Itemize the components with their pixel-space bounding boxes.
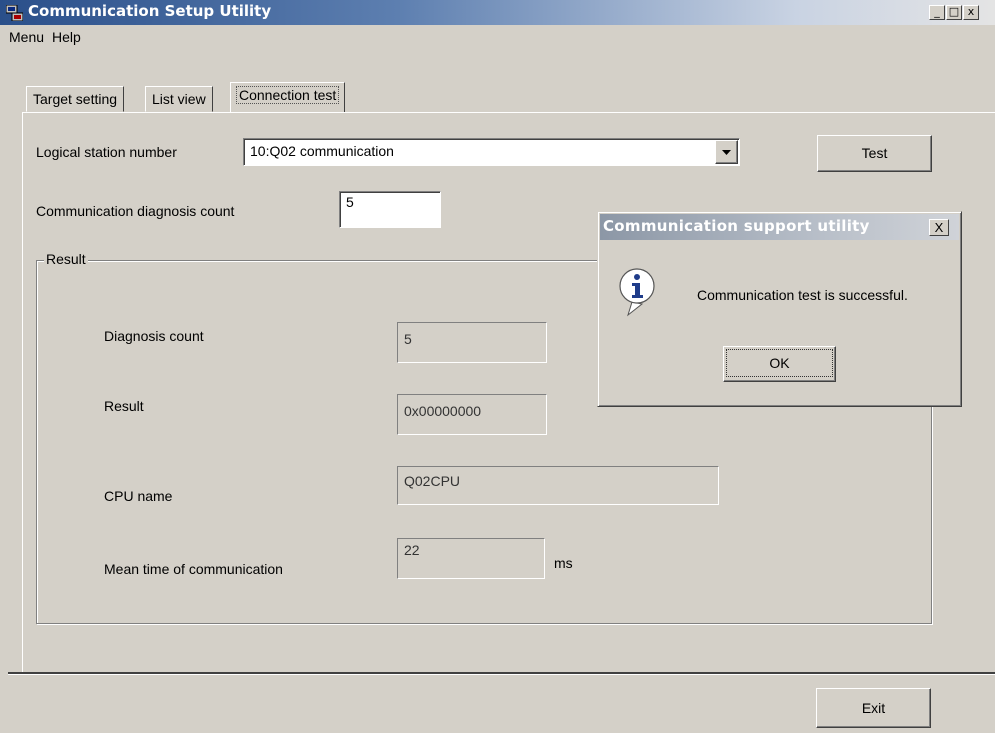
logical-station-value: 10:Q02 communication: [250, 143, 394, 159]
result-diagnosis-count-field: 5: [397, 322, 547, 363]
tab-label: Connection test: [235, 86, 340, 104]
footer-separator: [8, 672, 995, 675]
mean-time-unit: ms: [554, 555, 573, 571]
exit-button[interactable]: Exit: [816, 688, 931, 728]
app-icon: [5, 4, 24, 22]
maximize-button[interactable]: □: [946, 5, 962, 20]
mean-time-field: 22: [397, 538, 545, 579]
minimize-button[interactable]: _: [929, 5, 945, 20]
result-group-label: Result: [44, 251, 88, 267]
dialog-close-button[interactable]: X: [929, 219, 949, 236]
info-icon: [618, 267, 658, 317]
ok-button[interactable]: OK: [723, 346, 836, 382]
mean-time-label: Mean time of communication: [104, 561, 283, 577]
cpu-name-field: Q02CPU: [397, 466, 719, 505]
tab-list-view[interactable]: List view: [145, 86, 213, 112]
logical-station-label: Logical station number: [36, 144, 177, 160]
tab-target-setting[interactable]: Target setting: [26, 86, 125, 112]
menu-menu[interactable]: Menu: [9, 29, 44, 45]
tab-label: Target setting: [33, 91, 118, 107]
test-button[interactable]: Test: [817, 135, 932, 172]
result-diagnosis-count-label: Diagnosis count: [104, 328, 204, 344]
result-code-field: 0x00000000: [397, 394, 547, 435]
diagnosis-count-label: Communication diagnosis count: [36, 203, 235, 219]
dialog-message: Communication test is successful.: [697, 287, 908, 303]
menu-help[interactable]: Help: [52, 29, 81, 45]
chevron-down-icon[interactable]: [715, 140, 738, 164]
close-window-button[interactable]: x: [963, 5, 979, 20]
logical-station-select[interactable]: 10:Q02 communication: [243, 138, 740, 166]
tab-label: List view: [152, 91, 206, 107]
diagnosis-count-input[interactable]: 5: [339, 191, 441, 228]
tab-connection-test[interactable]: Connection test: [230, 82, 346, 113]
result-code-label: Result: [104, 398, 144, 414]
dialog-title: Communication support utility: [603, 217, 870, 235]
ok-button-label: OK: [726, 349, 833, 377]
cpu-name-label: CPU name: [104, 488, 173, 504]
window-title: Communication Setup Utility: [28, 2, 272, 20]
